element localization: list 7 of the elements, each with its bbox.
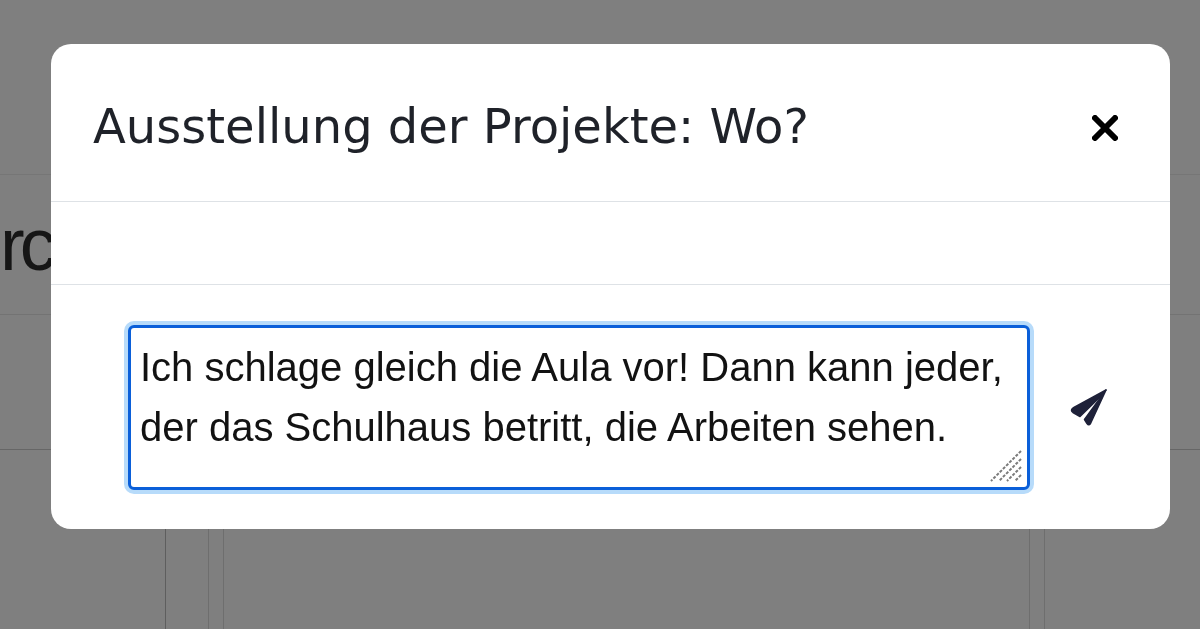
close-icon	[1092, 114, 1118, 141]
dialog-title: Ausstellung der Projekte: Wo?	[93, 97, 809, 154]
send-button[interactable]	[1070, 388, 1107, 426]
resize-grip-icon[interactable]	[990, 449, 1022, 482]
send-icon	[1070, 388, 1107, 426]
page-heading: rc	[0, 207, 52, 282]
close-button[interactable]	[1092, 114, 1118, 141]
